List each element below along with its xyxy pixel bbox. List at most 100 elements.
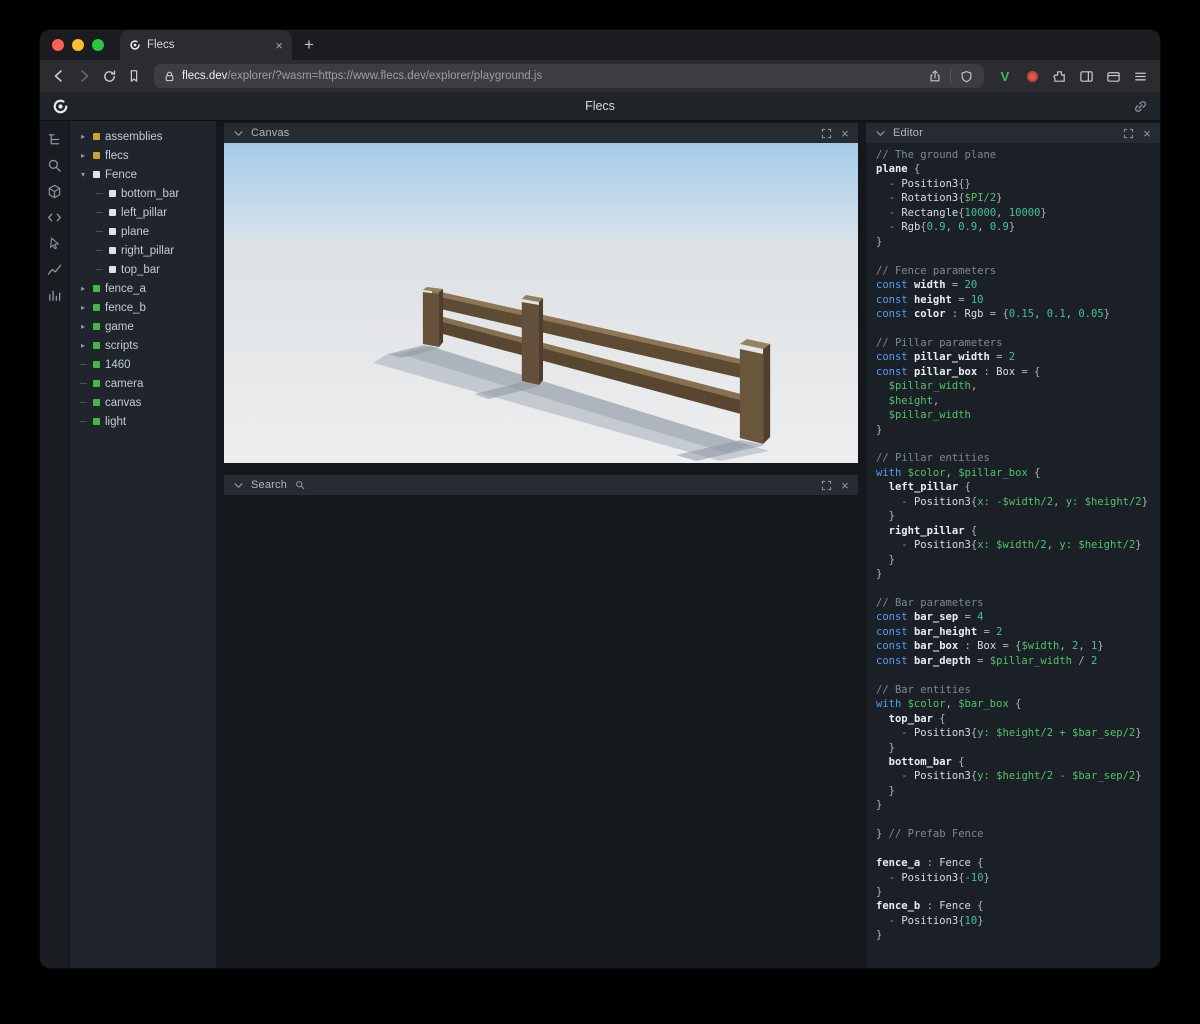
close-icon[interactable]: × (839, 127, 851, 140)
entity-color-square (93, 380, 100, 387)
reload-button[interactable] (100, 67, 118, 85)
chart-icon[interactable] (47, 261, 63, 277)
tree-item-assemblies[interactable]: ▸ assemblies (70, 127, 216, 146)
entity-label: plane (121, 225, 150, 238)
tree-expand-icon[interactable]: ▸ (78, 151, 88, 160)
entity-color-square (93, 399, 100, 406)
code-line: // Pillar entities (876, 452, 990, 465)
sky (224, 143, 858, 243)
tool-sidebar (40, 121, 70, 968)
code-icon[interactable] (47, 209, 63, 225)
chevron-down-icon[interactable] (231, 478, 245, 492)
entity-tree: ▸ assemblies ▸ flecs ▾ Fence bottom_bar left_pi… (70, 121, 216, 968)
tree-item-canvas[interactable]: canvas (70, 393, 216, 412)
tree-expand-icon[interactable]: ▸ (78, 322, 88, 331)
tree-item-game[interactable]: ▸ game (70, 317, 216, 336)
tree-item-plane[interactable]: plane (70, 222, 216, 241)
sidebar-panel-icon[interactable] (1076, 66, 1096, 86)
new-tab-button[interactable]: + (304, 35, 314, 55)
expand-icon[interactable] (819, 126, 833, 140)
search-icon[interactable] (47, 157, 63, 173)
chevron-down-icon[interactable] (231, 126, 245, 140)
close-icon[interactable]: × (839, 479, 851, 492)
tree-guide (94, 228, 104, 236)
tree-item-bottom_bar[interactable]: bottom_bar (70, 184, 216, 203)
code-line: $height, (888, 394, 940, 407)
panel-title: Canvas (251, 127, 290, 139)
tree-expand-icon[interactable]: ▸ (78, 303, 88, 312)
url-bar[interactable]: flecs.dev/explorer/?wasm=https://www.fle… (154, 64, 984, 88)
wallet-icon[interactable] (1103, 66, 1123, 86)
expand-icon[interactable] (819, 478, 833, 492)
code-line: } (876, 799, 883, 812)
code-line: - Rotation3{$PI/2} (888, 192, 1003, 205)
url-domain: flecs.dev (182, 70, 228, 82)
entity-label: 1460 (105, 358, 131, 371)
cube-icon[interactable] (47, 183, 63, 199)
entity-color-square (93, 171, 100, 178)
close-window-button[interactable] (52, 39, 64, 51)
tree-expand-icon[interactable]: ▾ (78, 170, 88, 179)
tree-expand-icon[interactable]: ▸ (78, 284, 88, 293)
select-cursor-icon[interactable] (47, 235, 63, 251)
tree-item-right_pillar[interactable]: right_pillar (70, 241, 216, 260)
shield-icon[interactable] (957, 67, 975, 85)
close-icon[interactable]: × (1141, 127, 1153, 140)
tab-close-icon[interactable]: × (275, 39, 283, 52)
tree-guide (94, 247, 104, 255)
search-results-area[interactable] (224, 495, 858, 968)
forward-button[interactable] (75, 67, 93, 85)
tree-expand-icon[interactable]: ▸ (78, 132, 88, 141)
tree-expand-icon[interactable]: ▸ (78, 341, 88, 350)
entity-color-square (93, 152, 100, 159)
maximize-window-button[interactable] (92, 39, 104, 51)
bookmark-icon[interactable] (125, 67, 143, 85)
minimize-window-button[interactable] (72, 39, 84, 51)
browser-tab[interactable]: Flecs × (120, 30, 292, 60)
search-icon (293, 478, 307, 492)
code-line: - Rgb{0.9, 0.9, 0.9} (888, 221, 1016, 234)
code-line: right_pillar { (888, 524, 978, 537)
page-title: Flecs (585, 99, 615, 113)
code-line: top_bar { (888, 712, 946, 725)
tree-item-scripts[interactable]: ▸ scripts (70, 336, 216, 355)
menu-icon[interactable] (1130, 66, 1150, 86)
extension-red-icon[interactable] (1022, 66, 1042, 86)
code-line: const bar_box : Box = {$width, 2, 1} (876, 640, 1104, 653)
chevron-down-icon[interactable] (873, 126, 887, 140)
canvas-panel: Canvas × (224, 123, 858, 463)
tree-guide (78, 399, 88, 407)
tree-item-Fence[interactable]: ▾ Fence (70, 165, 216, 184)
entity-label: flecs (105, 149, 129, 162)
tree-item-light[interactable]: light (70, 412, 216, 431)
tree-item-camera[interactable]: camera (70, 374, 216, 393)
tree-item-1460[interactable]: 1460 (70, 355, 216, 374)
extension-v-icon[interactable]: V (995, 66, 1015, 86)
tree-item-top_bar[interactable]: top_bar (70, 260, 216, 279)
editor-panel-header: Editor × (866, 123, 1160, 143)
expand-icon[interactable] (1121, 126, 1135, 140)
code-area[interactable]: // The ground plane plane { - Position3{}… (866, 143, 1160, 968)
share-icon[interactable] (926, 67, 944, 85)
code-line: } // Prefab Fence (876, 828, 984, 841)
hierarchy-icon[interactable] (47, 131, 63, 147)
entity-label: top_bar (121, 263, 161, 276)
flecs-logo-icon[interactable] (52, 98, 69, 115)
extensions-puzzle-icon[interactable] (1049, 66, 1069, 86)
tree-item-flecs[interactable]: ▸ flecs (70, 146, 216, 165)
tree-item-left_pillar[interactable]: left_pillar (70, 203, 216, 222)
tree-item-fence_b[interactable]: ▸ fence_b (70, 298, 216, 317)
3d-viewport[interactable] (224, 143, 858, 463)
share-link-icon[interactable] (1133, 99, 1148, 114)
back-button[interactable] (50, 67, 68, 85)
entity-label: canvas (105, 396, 142, 409)
stats-icon[interactable] (47, 287, 63, 303)
entity-label: game (105, 320, 134, 333)
tree-guide (94, 190, 104, 198)
code-line: - Position3{x: $width/2, y: $height/2} (901, 539, 1142, 552)
entity-color-square (109, 209, 116, 216)
tree-item-fence_a[interactable]: ▸ fence_a (70, 279, 216, 298)
